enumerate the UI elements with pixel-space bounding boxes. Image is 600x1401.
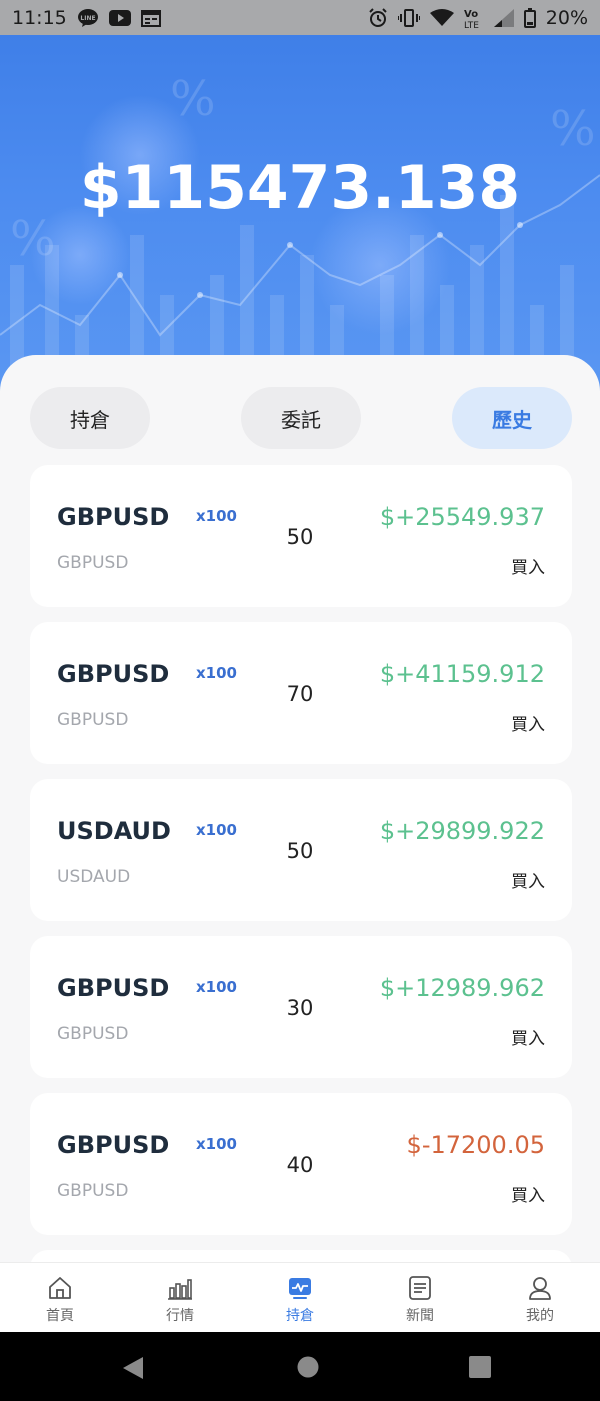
- status-bar: 11:15 LINE Vo LTE 20%: [0, 0, 600, 35]
- wifi-icon: [429, 8, 454, 27]
- list-item[interactable]: USDAUD x100 USDAUD 50 $+29899.922 買入: [30, 779, 572, 921]
- line-icon: LINE: [77, 8, 99, 28]
- battery-icon: [523, 7, 536, 28]
- back-icon[interactable]: [122, 1356, 144, 1380]
- market-chart-icon: [168, 1279, 192, 1300]
- item-side: 買入: [511, 1029, 545, 1049]
- home-icon: [49, 1277, 71, 1299]
- tab-bar: 持倉 委託 歷史: [30, 387, 572, 449]
- profile-icon: [529, 1277, 551, 1300]
- item-pnl: $-17200.05: [406, 1131, 545, 1159]
- status-time: 11:15: [12, 6, 67, 29]
- nav-news-label: 新聞: [406, 1308, 434, 1324]
- nav-home[interactable]: 首頁: [0, 1263, 120, 1332]
- item-pnl: $+25549.937: [379, 503, 545, 531]
- account-balance: $115473.138: [79, 153, 521, 223]
- list-item[interactable]: GBPUSD x100 GBPUSD 70 $+41159.912 買入: [30, 622, 572, 764]
- news-icon: [409, 1276, 431, 1300]
- nav-holdings[interactable]: 持倉: [240, 1263, 360, 1332]
- home-circle-icon[interactable]: [297, 1356, 319, 1378]
- item-leverage: x100: [196, 507, 237, 525]
- content-panel: 持倉 委託 歷史 GBPUSD x100 GBPUSD 50 $+25549.9…: [0, 355, 600, 1265]
- nav-profile-label: 我的: [526, 1308, 554, 1324]
- item-leverage: x100: [196, 821, 237, 839]
- item-pnl: $+12989.962: [379, 974, 545, 1002]
- svg-text:Vo: Vo: [464, 9, 478, 20]
- list-item[interactable]: GBPUSD x100 GBPUSD 30 $+12989.962 買入: [30, 936, 572, 1078]
- item-subtitle: USDAUD: [57, 867, 131, 887]
- list-item[interactable]: GBPUSD x100 GBPUSD 40 $-17200.05 買入: [30, 1093, 572, 1235]
- svg-text:LTE: LTE: [464, 21, 479, 29]
- signal-icon: [493, 8, 514, 27]
- item-side: 買入: [511, 1186, 545, 1206]
- item-leverage: x100: [196, 978, 237, 996]
- nav-market-label: 行情: [166, 1308, 194, 1324]
- battery-percent: 20%: [545, 6, 588, 29]
- item-side: 買入: [511, 715, 545, 735]
- item-subtitle: GBPUSD: [57, 1024, 129, 1044]
- system-nav-bar: [0, 1332, 600, 1401]
- calendar-icon: [140, 9, 161, 27]
- tab-history[interactable]: 歷史: [452, 387, 572, 449]
- item-side: 買入: [511, 558, 545, 578]
- alarm-icon: [368, 7, 388, 28]
- item-pnl: $+29899.922: [379, 817, 545, 845]
- nav-home-label: 首頁: [46, 1308, 74, 1324]
- item-side: 買入: [511, 872, 545, 892]
- recent-apps-icon[interactable]: [469, 1356, 491, 1378]
- balance-header: % % % $115473.138: [0, 35, 600, 395]
- item-subtitle: GBPUSD: [57, 710, 129, 730]
- vibrate-icon: [397, 8, 420, 27]
- tab-holdings[interactable]: 持倉: [30, 387, 150, 449]
- volte-icon: Vo LTE: [464, 7, 484, 29]
- list-item[interactable]: GBPUSD x100 GBPUSD 50 $+25549.937 買入: [30, 465, 572, 607]
- history-list: GBPUSD x100 GBPUSD 50 $+25549.937 買入 GBP…: [30, 465, 572, 1265]
- nav-holdings-label: 持倉: [286, 1308, 314, 1324]
- item-leverage: x100: [196, 1135, 237, 1153]
- svg-text:%: %: [550, 101, 596, 157]
- bottom-nav: 首頁 行情 持倉 新聞 我的: [0, 1262, 600, 1332]
- nav-market[interactable]: 行情: [120, 1263, 240, 1332]
- item-subtitle: GBPUSD: [57, 553, 129, 573]
- nav-profile[interactable]: 我的: [480, 1263, 600, 1332]
- youtube-icon: [108, 9, 131, 26]
- item-subtitle: GBPUSD: [57, 1181, 129, 1201]
- item-leverage: x100: [196, 664, 237, 682]
- holdings-icon: [289, 1278, 311, 1299]
- nav-news[interactable]: 新聞: [360, 1263, 480, 1332]
- svg-text:LINE: LINE: [80, 15, 95, 22]
- tab-orders[interactable]: 委託: [241, 387, 361, 449]
- svg-text:%: %: [170, 71, 216, 127]
- item-pnl: $+41159.912: [379, 660, 545, 688]
